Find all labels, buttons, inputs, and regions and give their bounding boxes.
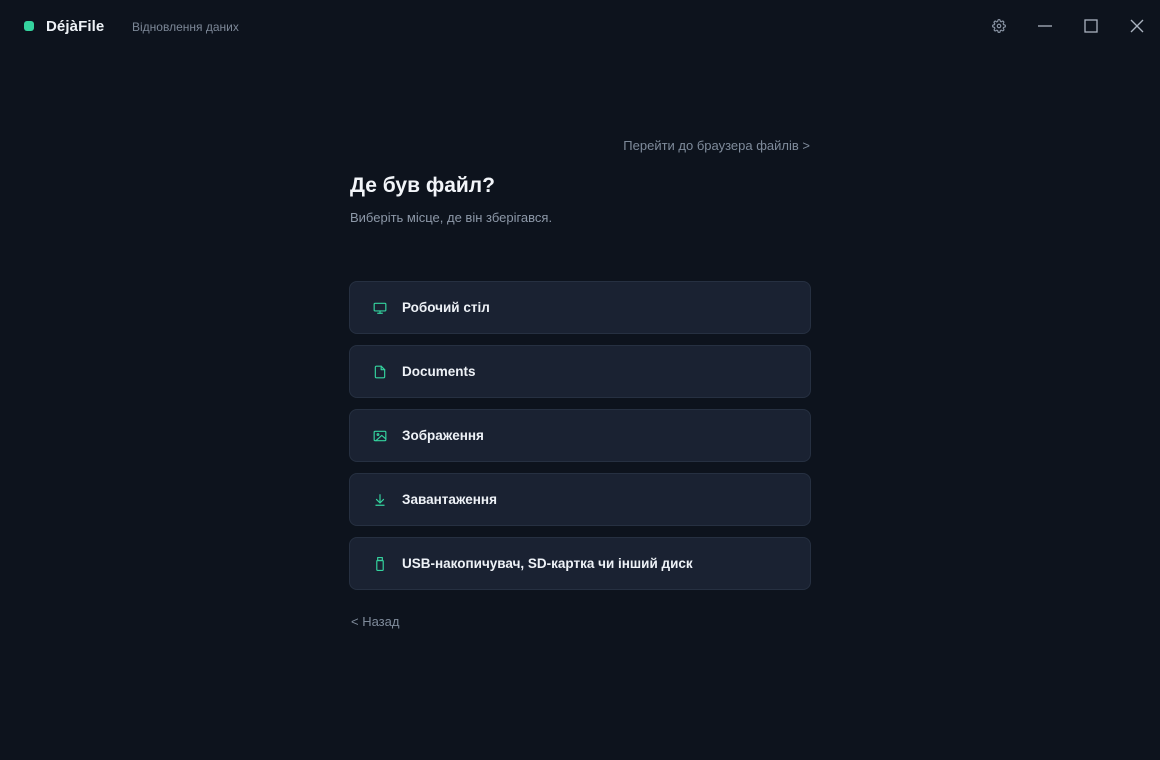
option-pictures[interactable]: Зображення xyxy=(349,409,811,462)
option-documents[interactable]: Documents xyxy=(349,345,811,398)
gear-icon xyxy=(992,19,1006,33)
app-name: DéjàFile xyxy=(46,18,105,35)
option-desktop[interactable]: Робочий стіл xyxy=(349,281,811,334)
option-label: Зображення xyxy=(402,428,484,443)
option-label: USB-накопичувач, SD-картка чи інший диск xyxy=(402,556,693,571)
app-window: DéjàFile Відновлення даних Перейти до бр… xyxy=(0,0,1160,760)
page-subtitle: Виберіть місце, де він зберігався. xyxy=(350,210,553,225)
close-button[interactable] xyxy=(1125,14,1149,38)
settings-button[interactable] xyxy=(987,14,1011,38)
page-title: Де був файл? xyxy=(350,174,495,197)
usb-drive-icon xyxy=(372,556,388,572)
minimize-button[interactable] xyxy=(1033,14,1057,38)
title-bar: DéjàFile Відновлення даних xyxy=(0,0,1160,54)
brand-logo-icon xyxy=(24,21,34,31)
app-subtitle: Відновлення даних xyxy=(132,20,239,34)
minimize-icon xyxy=(1038,25,1052,27)
download-icon xyxy=(372,492,388,508)
maximize-button[interactable] xyxy=(1079,14,1103,38)
image-icon xyxy=(372,428,388,444)
maximize-icon xyxy=(1084,19,1098,33)
file-browser-link[interactable]: Перейти до браузера файлів > xyxy=(623,138,810,153)
option-usb-drive[interactable]: USB-накопичувач, SD-картка чи інший диск xyxy=(349,537,811,590)
option-downloads[interactable]: Завантаження xyxy=(349,473,811,526)
monitor-icon xyxy=(372,300,388,316)
option-label: Завантаження xyxy=(402,492,497,507)
document-icon xyxy=(372,364,388,380)
option-label: Робочий стіл xyxy=(402,300,490,315)
close-icon xyxy=(1130,19,1144,33)
location-options-list: Робочий стіл Documents Зображення Завант… xyxy=(349,281,811,601)
option-label: Documents xyxy=(402,364,476,379)
back-link[interactable]: < Назад xyxy=(351,614,399,629)
